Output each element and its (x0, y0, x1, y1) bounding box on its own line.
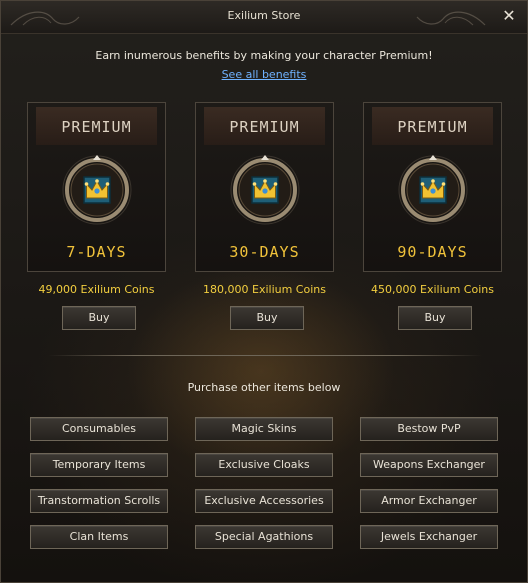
category-button-armor-exchanger[interactable]: Armor Exchanger (360, 489, 498, 513)
category-button-exclusive-accessories[interactable]: Exclusive Accessories (195, 489, 333, 513)
category-button-exclusive-cloaks[interactable]: Exclusive Cloaks (195, 453, 333, 477)
buy-button-90-days[interactable]: Buy (398, 306, 472, 330)
exilium-store-window: Exilium Store ✕ Earn inumerous benefits … (0, 0, 528, 583)
category-button-consumables[interactable]: Consumables (30, 417, 168, 441)
category-button-magic-skins[interactable]: Magic Skins (195, 417, 333, 441)
category-button-weapons-exchanger[interactable]: Weapons Exchanger (360, 453, 498, 477)
price-label: 49,000 Exilium Coins (38, 283, 155, 296)
price-label: 180,000 Exilium Coins (203, 283, 326, 296)
category-button-special-agathions[interactable]: Special Agathions (195, 525, 333, 549)
category-button-clan-items[interactable]: Clan Items (30, 525, 168, 549)
plan-duration: 90-DAYS (397, 243, 468, 261)
crown-icon (230, 155, 300, 225)
crown-icon (62, 155, 132, 225)
category-button-bestow-pvp[interactable]: Bestow PvP (360, 417, 498, 441)
title-bar[interactable]: Exilium Store ✕ (1, 1, 527, 34)
section-divider (48, 355, 482, 356)
close-icon[interactable]: ✕ (499, 6, 519, 26)
purchase-other-label: Purchase other items below (187, 381, 341, 394)
card-header: PREMIUM (372, 107, 493, 145)
see-all-benefits-link[interactable]: See all benefits (1, 68, 527, 81)
card-title: PREMIUM (229, 118, 300, 136)
card-title: PREMIUM (61, 118, 132, 136)
card-header: PREMIUM (204, 107, 325, 145)
card-header: PREMIUM (36, 107, 157, 145)
premium-card-30-days[interactable]: PREMIUM 30-DAYS (195, 102, 334, 272)
category-button-temporary-items[interactable]: Temporary Items (30, 453, 168, 477)
price-label: 450,000 Exilium Coins (371, 283, 494, 296)
premium-card-90-days[interactable]: PREMIUM 90-DAYS (363, 102, 502, 272)
buy-button-30-days[interactable]: Buy (230, 306, 304, 330)
category-button-jewels-exchanger[interactable]: Jewels Exchanger (360, 525, 498, 549)
premium-card-7-days[interactable]: PREMIUM 7-DAYS (27, 102, 166, 272)
card-title: PREMIUM (397, 118, 468, 136)
buy-button-7-days[interactable]: Buy (62, 306, 136, 330)
category-button-transformation-scrolls[interactable]: Transtormation Scrolls (30, 489, 168, 513)
crown-icon (398, 155, 468, 225)
plan-duration: 30-DAYS (229, 243, 300, 261)
ornament-icon (416, 11, 486, 26)
intro-text: Earn inumerous benefits by making your c… (95, 49, 433, 62)
plan-duration: 7-DAYS (66, 243, 127, 261)
